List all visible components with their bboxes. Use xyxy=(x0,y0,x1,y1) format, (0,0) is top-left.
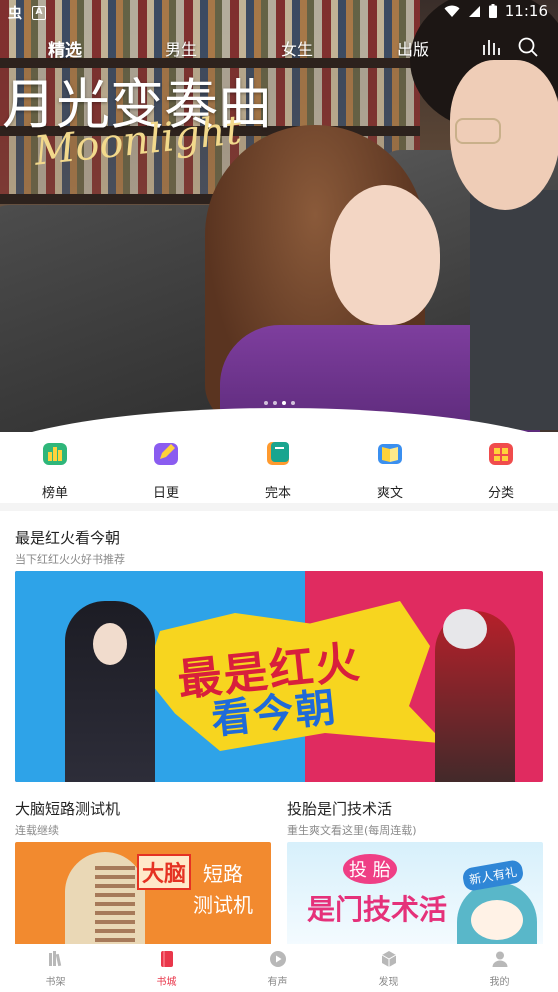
a-notification-icon: A xyxy=(32,6,46,20)
book-subtitle: 连载继续 xyxy=(15,824,59,837)
nav-label: 发现 xyxy=(378,977,399,988)
book-cover[interactable]: 投 胎 是门技术活 新人有礼 xyxy=(287,842,543,946)
tab-male[interactable]: 男生 xyxy=(165,36,197,60)
category-daily-update[interactable]: 日更 xyxy=(126,432,206,501)
category-thrilling[interactable]: 爽文 xyxy=(350,432,430,501)
category-label: 日更 xyxy=(152,486,179,501)
nav-label: 书城 xyxy=(156,977,177,988)
nav-bookshelf[interactable]: 书架 xyxy=(0,944,111,988)
ranking-chart-icon[interactable] xyxy=(481,36,503,58)
banner-character-hair xyxy=(443,609,487,649)
nav-label: 书架 xyxy=(45,977,66,988)
carousel-dot[interactable] xyxy=(291,401,295,405)
leaderboard-icon xyxy=(43,443,67,465)
carousel-dot[interactable] xyxy=(264,401,268,405)
tab-featured[interactable]: 精选 xyxy=(48,36,82,61)
glasses-art xyxy=(455,118,501,144)
section-divider xyxy=(0,503,558,511)
category-label: 分类 xyxy=(487,486,514,501)
nav-audio[interactable]: 有声 xyxy=(222,944,333,988)
feature-subtitle: 当下红红火火好书推荐 xyxy=(15,553,125,566)
feature-title[interactable]: 最是红火看今朝 xyxy=(15,527,120,548)
cover-text: 大脑 xyxy=(137,854,192,890)
category-classify[interactable]: 分类 xyxy=(461,432,541,501)
category-row: 榜单 日更 完本 爽文 分类 xyxy=(0,432,558,504)
category-completed[interactable]: 完本 xyxy=(238,432,318,501)
play-icon xyxy=(269,951,286,967)
carousel-dots xyxy=(264,401,295,405)
grid-icon xyxy=(489,443,513,465)
book-title[interactable]: 大脑短路测试机 xyxy=(15,798,120,819)
category-label: 榜单 xyxy=(41,486,68,501)
cover-text: 投 胎 xyxy=(343,854,397,884)
category-leaderboard[interactable]: 榜单 xyxy=(15,432,95,501)
cover-maze-art xyxy=(95,862,135,942)
nav-label: 我的 xyxy=(489,977,510,988)
carousel-dot-active[interactable] xyxy=(282,401,286,405)
book-title[interactable]: 投胎是门技术活 xyxy=(287,798,392,819)
tab-publishing[interactable]: 出版 xyxy=(397,36,429,60)
cover-text: 是门技术活 xyxy=(307,893,448,926)
nav-discover[interactable]: 发现 xyxy=(333,944,444,988)
wifi-icon xyxy=(444,5,460,17)
girl-face-art xyxy=(330,185,440,325)
cover-text: 短路 xyxy=(203,862,243,886)
bookshelf-icon xyxy=(48,951,61,967)
bookstore-icon xyxy=(160,951,173,967)
carousel-dot[interactable] xyxy=(273,401,277,405)
book-subtitle: 重生爽文看这里(每周连载) xyxy=(287,824,417,837)
open-book-icon xyxy=(378,444,402,464)
top-tab-bar: 精选 男生 女生 出版 xyxy=(0,36,558,61)
book-icon xyxy=(267,442,289,465)
cover-text: 测试机 xyxy=(193,893,253,917)
tab-female[interactable]: 女生 xyxy=(281,36,313,60)
nav-label: 有声 xyxy=(267,977,288,988)
pencil-icon xyxy=(154,443,178,465)
battery-icon xyxy=(488,4,497,18)
category-label: 爽文 xyxy=(376,486,403,501)
banner-headline-second: 看今朝 xyxy=(209,684,340,744)
user-icon xyxy=(492,951,507,967)
book-cover[interactable]: 大脑 短路 测试机 xyxy=(15,842,271,946)
nav-profile[interactable]: 我的 xyxy=(444,944,555,988)
nav-bookstore[interactable]: 书城 xyxy=(111,944,222,988)
search-icon[interactable] xyxy=(517,36,539,58)
status-time: 11:16 xyxy=(504,2,548,20)
signal-icon xyxy=(468,5,480,17)
bottom-nav: 书架 书城 有声 发现 我的 xyxy=(0,944,558,992)
category-label: 完本 xyxy=(264,486,291,501)
cover-character-face xyxy=(471,900,523,940)
status-bar: 虫 A 11:16 xyxy=(0,0,558,24)
app-notification-icon: 虫 xyxy=(8,6,22,22)
hero-banner[interactable]: 月光变奏曲 Moonlight xyxy=(0,0,558,432)
feature-banner[interactable]: 最是红火 看今朝 xyxy=(15,571,543,782)
guy-body-art xyxy=(470,190,558,430)
cube-icon xyxy=(381,951,396,967)
banner-character-face xyxy=(93,623,127,665)
